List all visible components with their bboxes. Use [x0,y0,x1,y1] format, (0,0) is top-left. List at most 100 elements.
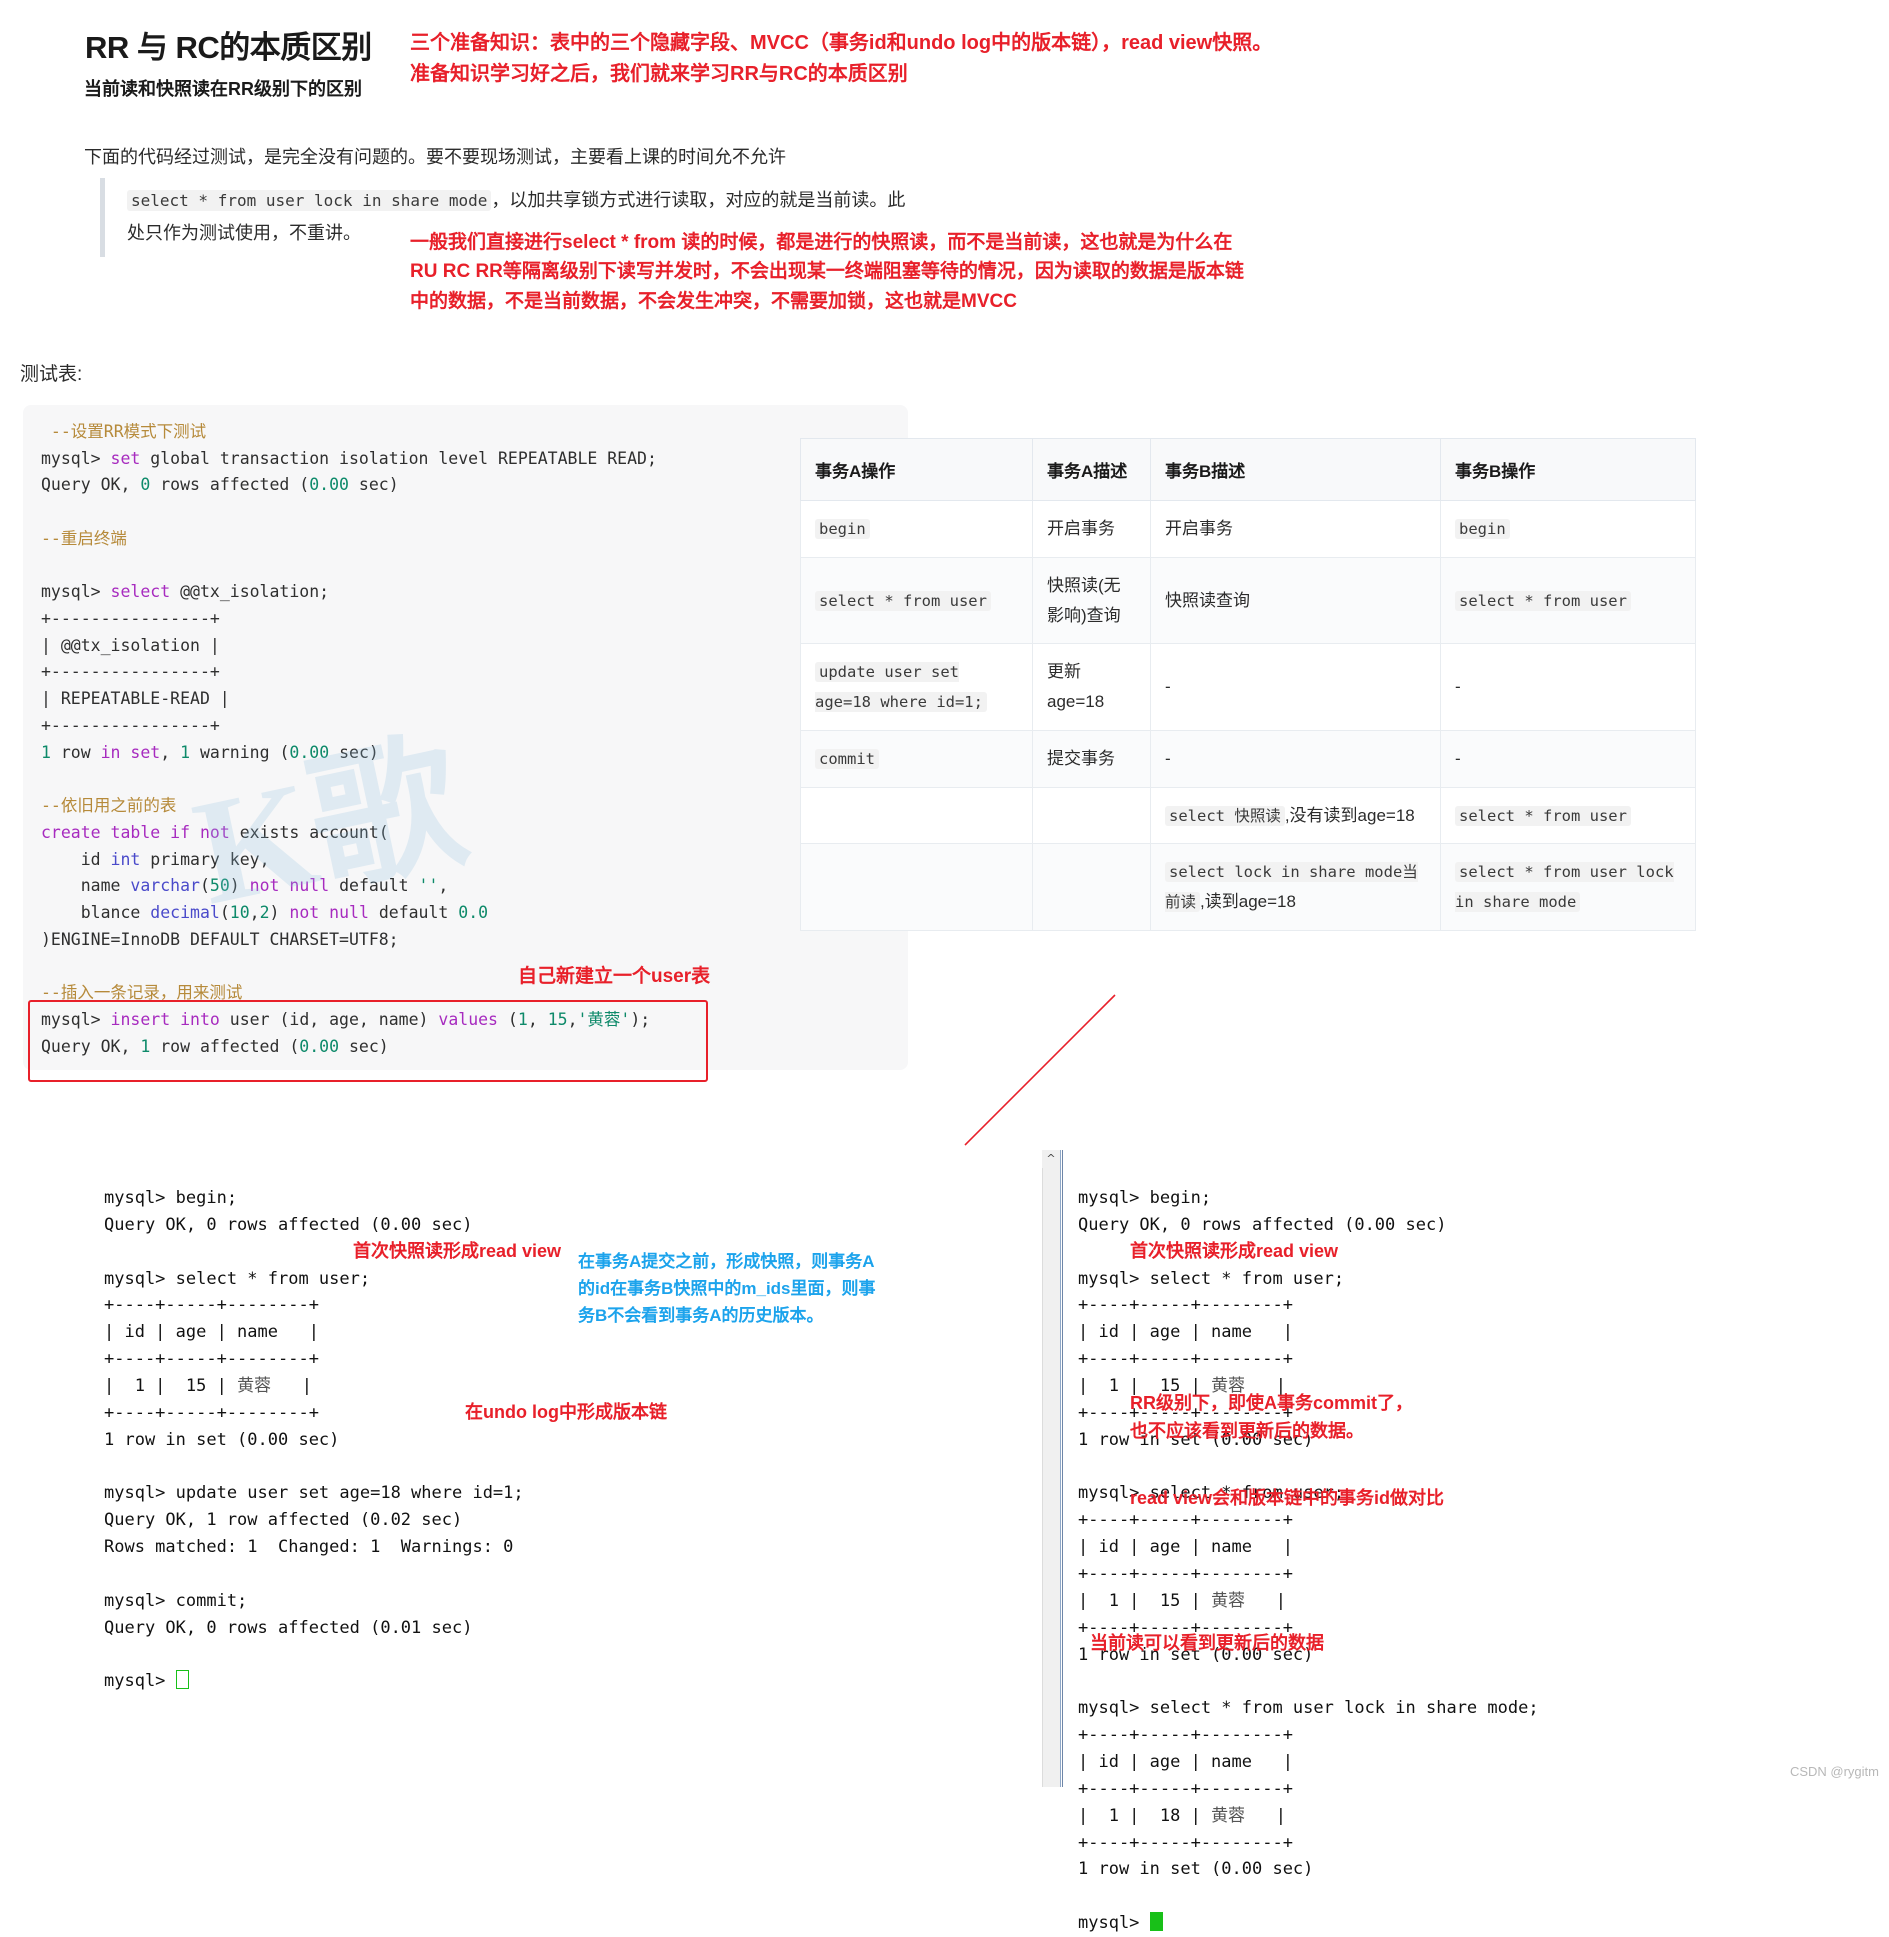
code-token: primary key, [140,849,270,869]
annotation-a-undolog: 在undo log中形成版本链 [465,1402,667,1422]
code-token: mysql> [41,582,111,602]
code-token: --重启终端 [41,528,127,548]
body-red-line2: RU RC RR等隔离级别下读写并发时，不会出现某一终端阻塞等待的情况，因为读取… [410,261,1244,283]
body-red-line1: 一般我们直接进行select * from 读的时候，都是进行的快照读，而不是当… [410,232,1233,253]
code-token: warning ( [190,742,290,762]
terminal-transaction-b: mysql> begin; Query OK, 0 rows affected … [1078,1185,1539,1937]
code-token: '' [418,876,439,896]
code-token: @@tx_isolation; [170,582,330,602]
code-token: null [329,902,369,922]
terminal-cjk-text: 黄蓉 [237,1376,272,1397]
header-red-line1: 三个准备知识：表中的三个隐藏字段、MVCC（事务id和undo log中的版本链… [410,32,1273,54]
cmp-header-b-desc: 事务B描述 [1150,438,1441,501]
terminal-cjk-text: 黄蓉 [1211,1590,1246,1611]
cell-a-desc: 快照读(无影响)查询 [1032,556,1151,645]
cmp-header-a-op: 事务A操作 [800,438,1033,501]
code-token: +----------------+ [41,609,220,629]
blockquote-text-after: ，以加共享锁方式进行读取，对应的就是当前读。此 [491,190,906,210]
code-token: null [289,876,330,896]
header-red-line2: 准备知识学习好之后，我们就来学习RR与RC的本质区别 [410,63,908,85]
code-token: decimal [150,902,220,922]
annotation-a-readview: 首次快照读形成read view [353,1241,562,1261]
cell-a-op: select * from user [800,556,1033,645]
cell-b-desc: 快照读查询 [1150,556,1441,645]
cmp-table-body: begin 开启事务 开启事务 begin select * from user 快照读(… [800,500,1696,931]
code-token: Query OK, [41,1036,141,1056]
code-token: global transaction isolation level REPEA… [140,448,657,468]
code-token: not [199,822,230,842]
cell-a-desc: 更新age=18 [1032,643,1151,731]
annotation-b-current-read: 当前读可以看到更新后的数据 [1090,1633,1324,1653]
sql-code-text: --设置RR模式下测试 mysql> set global transactio… [41,419,890,1060]
code-token: into [180,1009,220,1029]
cell-a-desc [1032,843,1151,931]
scrollbar-track[interactable] [1042,1150,1061,1787]
cell-inline-code: select 快照读 [1165,805,1285,826]
annotation-middle-l1: 在事务A提交之前，形成快照，则事务A [578,1252,875,1271]
code-token: exists account( [229,822,389,842]
code-token: int [110,849,141,869]
table-row: commit 提交事务 - - [800,729,1696,788]
code-token: set [110,448,141,468]
cell-b-op: select * from user lock in share mode [1440,843,1696,931]
intro-paragraph: 下面的代码经过测试，是完全没有问题的。要不要现场测试，主要看上课的时间允不允许 [84,147,786,167]
code-token: 50 [209,876,230,896]
inline-code-share-mode: select * from user lock in share mode [127,190,492,211]
code-token: select [110,582,171,602]
cell-inline-code: update user set age=18 where id=1; [815,662,987,712]
cell-a-desc [1032,786,1151,845]
code-token: | @@tx_isolation | [41,635,220,655]
cell-b-op: - [1440,643,1696,731]
cmp-header-a-desc: 事务A描述 [1032,438,1151,501]
code-token: --插入一条记录，用来测试 [41,983,243,1003]
page-root: RR 与 RC的本质区别 当前读和快照读在RR级别下的区别 三个准备知识：表中的… [0,0,1889,1937]
cell-a-desc: 提交事务 [1032,729,1151,788]
page-title: RR 与 RC的本质区别 [85,30,372,65]
cell-b-desc: 开启事务 [1150,500,1441,558]
sql-code-block: K歌 --设置RR模式下测试 mysql> set global transac… [23,405,908,1070]
annotation-b-readview: 首次快照读形成read view [1130,1241,1339,1261]
annotation-b2-l2: 也不应该看到更新后的数据。 [1130,1420,1364,1441]
code-token: values [438,1009,498,1029]
header-red-annotation: 三个准备知识：表中的三个隐藏字段、MVCC（事务id和undo log中的版本链… [410,28,1272,90]
cell-b-op: - [1440,729,1696,788]
terminal-cursor [175,1670,189,1690]
annotation-b-readview-compare: read view会和版本链中的事务id做对比 [1130,1488,1445,1508]
code-token: varchar [130,876,200,896]
code-token: 0 [140,475,151,495]
cell-text: 开启事务 [1165,519,1233,538]
code-token: Query OK, [41,475,141,495]
insert-red-annotation: 自己新建立一个user表 [518,966,711,987]
terminal-divider [1060,1150,1063,1787]
scroll-up-arrow-icon[interactable]: ^ [1042,1150,1060,1168]
code-token: 0.0 [458,902,489,922]
code-token: , [438,876,449,896]
code-token: +----------------+ [41,662,220,682]
code-token: , [249,902,260,922]
table-row: select * from user 快照读(无影响)查询 快照读查询 select … [800,556,1696,645]
code-token: sec) [348,475,399,495]
code-token: 15 [547,1009,568,1029]
code-token: '黄蓉' [577,1009,631,1029]
annotation-middle-blue: 在事务A提交之前，形成快照，则事务A 的id在事务B快照中的m_ids里面，则事… [578,1248,876,1330]
code-token: ) [269,902,290,922]
cell-a-op [800,786,1033,845]
code-token: 0.00 [289,742,330,762]
connector-line [964,994,1116,1146]
terminal-cjk-text: 黄蓉 [1211,1805,1246,1826]
table-row: update user set age=18 where id=1; 更新age=… [800,643,1696,731]
code-token: not [289,902,320,922]
code-token: user (id, age, name) [219,1009,439,1029]
cell-text: - [1165,748,1171,768]
cell-a-desc: 开启事务 [1032,500,1151,558]
terminal-cursor [1149,1912,1163,1932]
code-token: table [110,822,161,842]
csdn-watermark: CSDN @rygitm [1789,1764,1879,1779]
blockquote-line-1: select * from user lock in share mode ，以加… [127,184,980,217]
